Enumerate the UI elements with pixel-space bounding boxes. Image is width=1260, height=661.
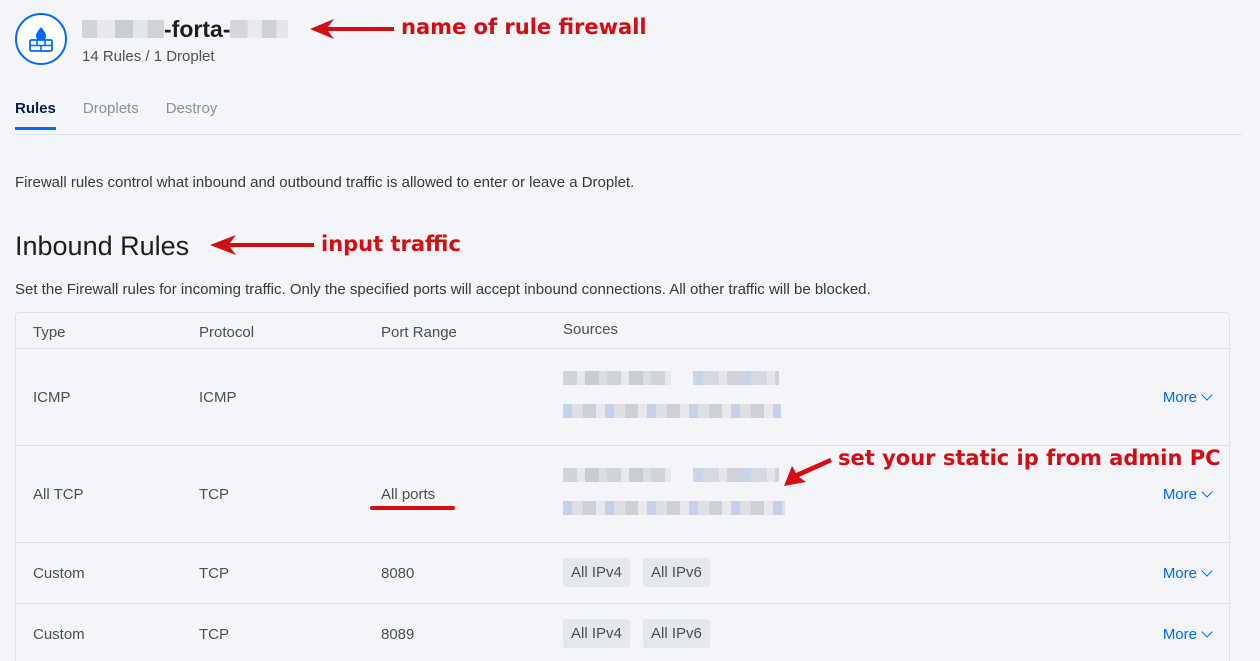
rule-protocol: TCP — [199, 565, 229, 582]
tab-destroy[interactable]: Destroy — [166, 100, 218, 130]
firewall-page: -forta- 14 Rules / 1 Droplet name of rul… — [0, 0, 1260, 661]
tab-bar: Rules Droplets Destroy — [15, 100, 217, 130]
redacted-source — [693, 468, 779, 482]
annotation-name: name of rule firewall — [401, 15, 647, 39]
table-header: Type Protocol Port Range Sources — [16, 313, 1229, 349]
column-type: Type — [33, 324, 66, 341]
firewall-name: -forta- — [82, 15, 289, 43]
rule-type: Custom — [33, 626, 85, 643]
column-sources: Sources — [563, 321, 619, 338]
more-label: More — [1162, 626, 1197, 643]
firewall-icon — [15, 13, 67, 65]
more-label: More — [1162, 486, 1197, 503]
tabs-divider — [15, 134, 1242, 135]
rule-port-range: 8080 — [381, 565, 415, 582]
firewall-name-text: -forta- — [164, 15, 231, 42]
rule-type: ICMP — [33, 389, 71, 406]
annotation-arrow-name — [310, 19, 394, 39]
chevron-down-icon — [1201, 486, 1213, 498]
chevron-down-icon — [1201, 389, 1213, 401]
table-row: Custom TCP 8089 All IPv4 All IPv6 More — [16, 604, 1229, 661]
rule-port-range: 8089 — [381, 626, 415, 643]
source-tag: All IPv4 — [563, 619, 630, 648]
more-button[interactable]: More — [1162, 565, 1213, 582]
redacted-source — [693, 371, 779, 385]
tab-rules[interactable]: Rules — [15, 100, 56, 130]
annotation-static-ip: set your static ip from admin PC — [838, 446, 1221, 470]
rule-type: All TCP — [33, 486, 84, 503]
table-row: ICMP ICMP More — [16, 349, 1229, 446]
source-tag: All IPv4 — [563, 558, 630, 587]
redacted-source — [563, 371, 671, 385]
rule-protocol: TCP — [199, 626, 229, 643]
source-tag: All IPv6 — [643, 619, 710, 648]
table-row: Custom TCP 8080 All IPv4 All IPv6 More — [16, 543, 1229, 604]
more-label: More — [1162, 565, 1197, 582]
inbound-rules-description: Set the Firewall rules for incoming traf… — [15, 281, 871, 298]
redacted-source — [563, 468, 671, 482]
redacted-source — [563, 404, 781, 418]
firewall-summary: 14 Rules / 1 Droplet — [82, 48, 215, 65]
annotation-arrow-inbound — [210, 235, 314, 255]
tab-droplets[interactable]: Droplets — [83, 100, 139, 130]
intro-text: Firewall rules control what inbound and … — [15, 174, 635, 191]
annotation-arrow-static-ip — [784, 458, 832, 486]
redacted-block — [230, 20, 289, 38]
column-port-range: Port Range — [381, 324, 457, 341]
annotation-inbound: input traffic — [321, 232, 461, 256]
more-label: More — [1162, 389, 1197, 406]
annotation-underline — [370, 506, 455, 510]
column-protocol: Protocol — [199, 324, 255, 341]
inbound-rules-title: Inbound Rules — [15, 231, 190, 261]
inbound-rules-table: Type Protocol Port Range Sources ICMP IC… — [15, 312, 1230, 661]
source-tag: All IPv6 — [643, 558, 710, 587]
rule-port-range: All ports — [381, 486, 436, 503]
rule-type: Custom — [33, 565, 85, 582]
more-button[interactable]: More — [1162, 486, 1213, 503]
more-button[interactable]: More — [1162, 626, 1213, 643]
chevron-down-icon — [1201, 626, 1213, 638]
rule-protocol: TCP — [199, 486, 229, 503]
redacted-block — [82, 20, 164, 38]
chevron-down-icon — [1201, 565, 1213, 577]
rule-protocol: ICMP — [199, 389, 237, 406]
more-button[interactable]: More — [1162, 389, 1213, 406]
redacted-source — [563, 501, 785, 515]
